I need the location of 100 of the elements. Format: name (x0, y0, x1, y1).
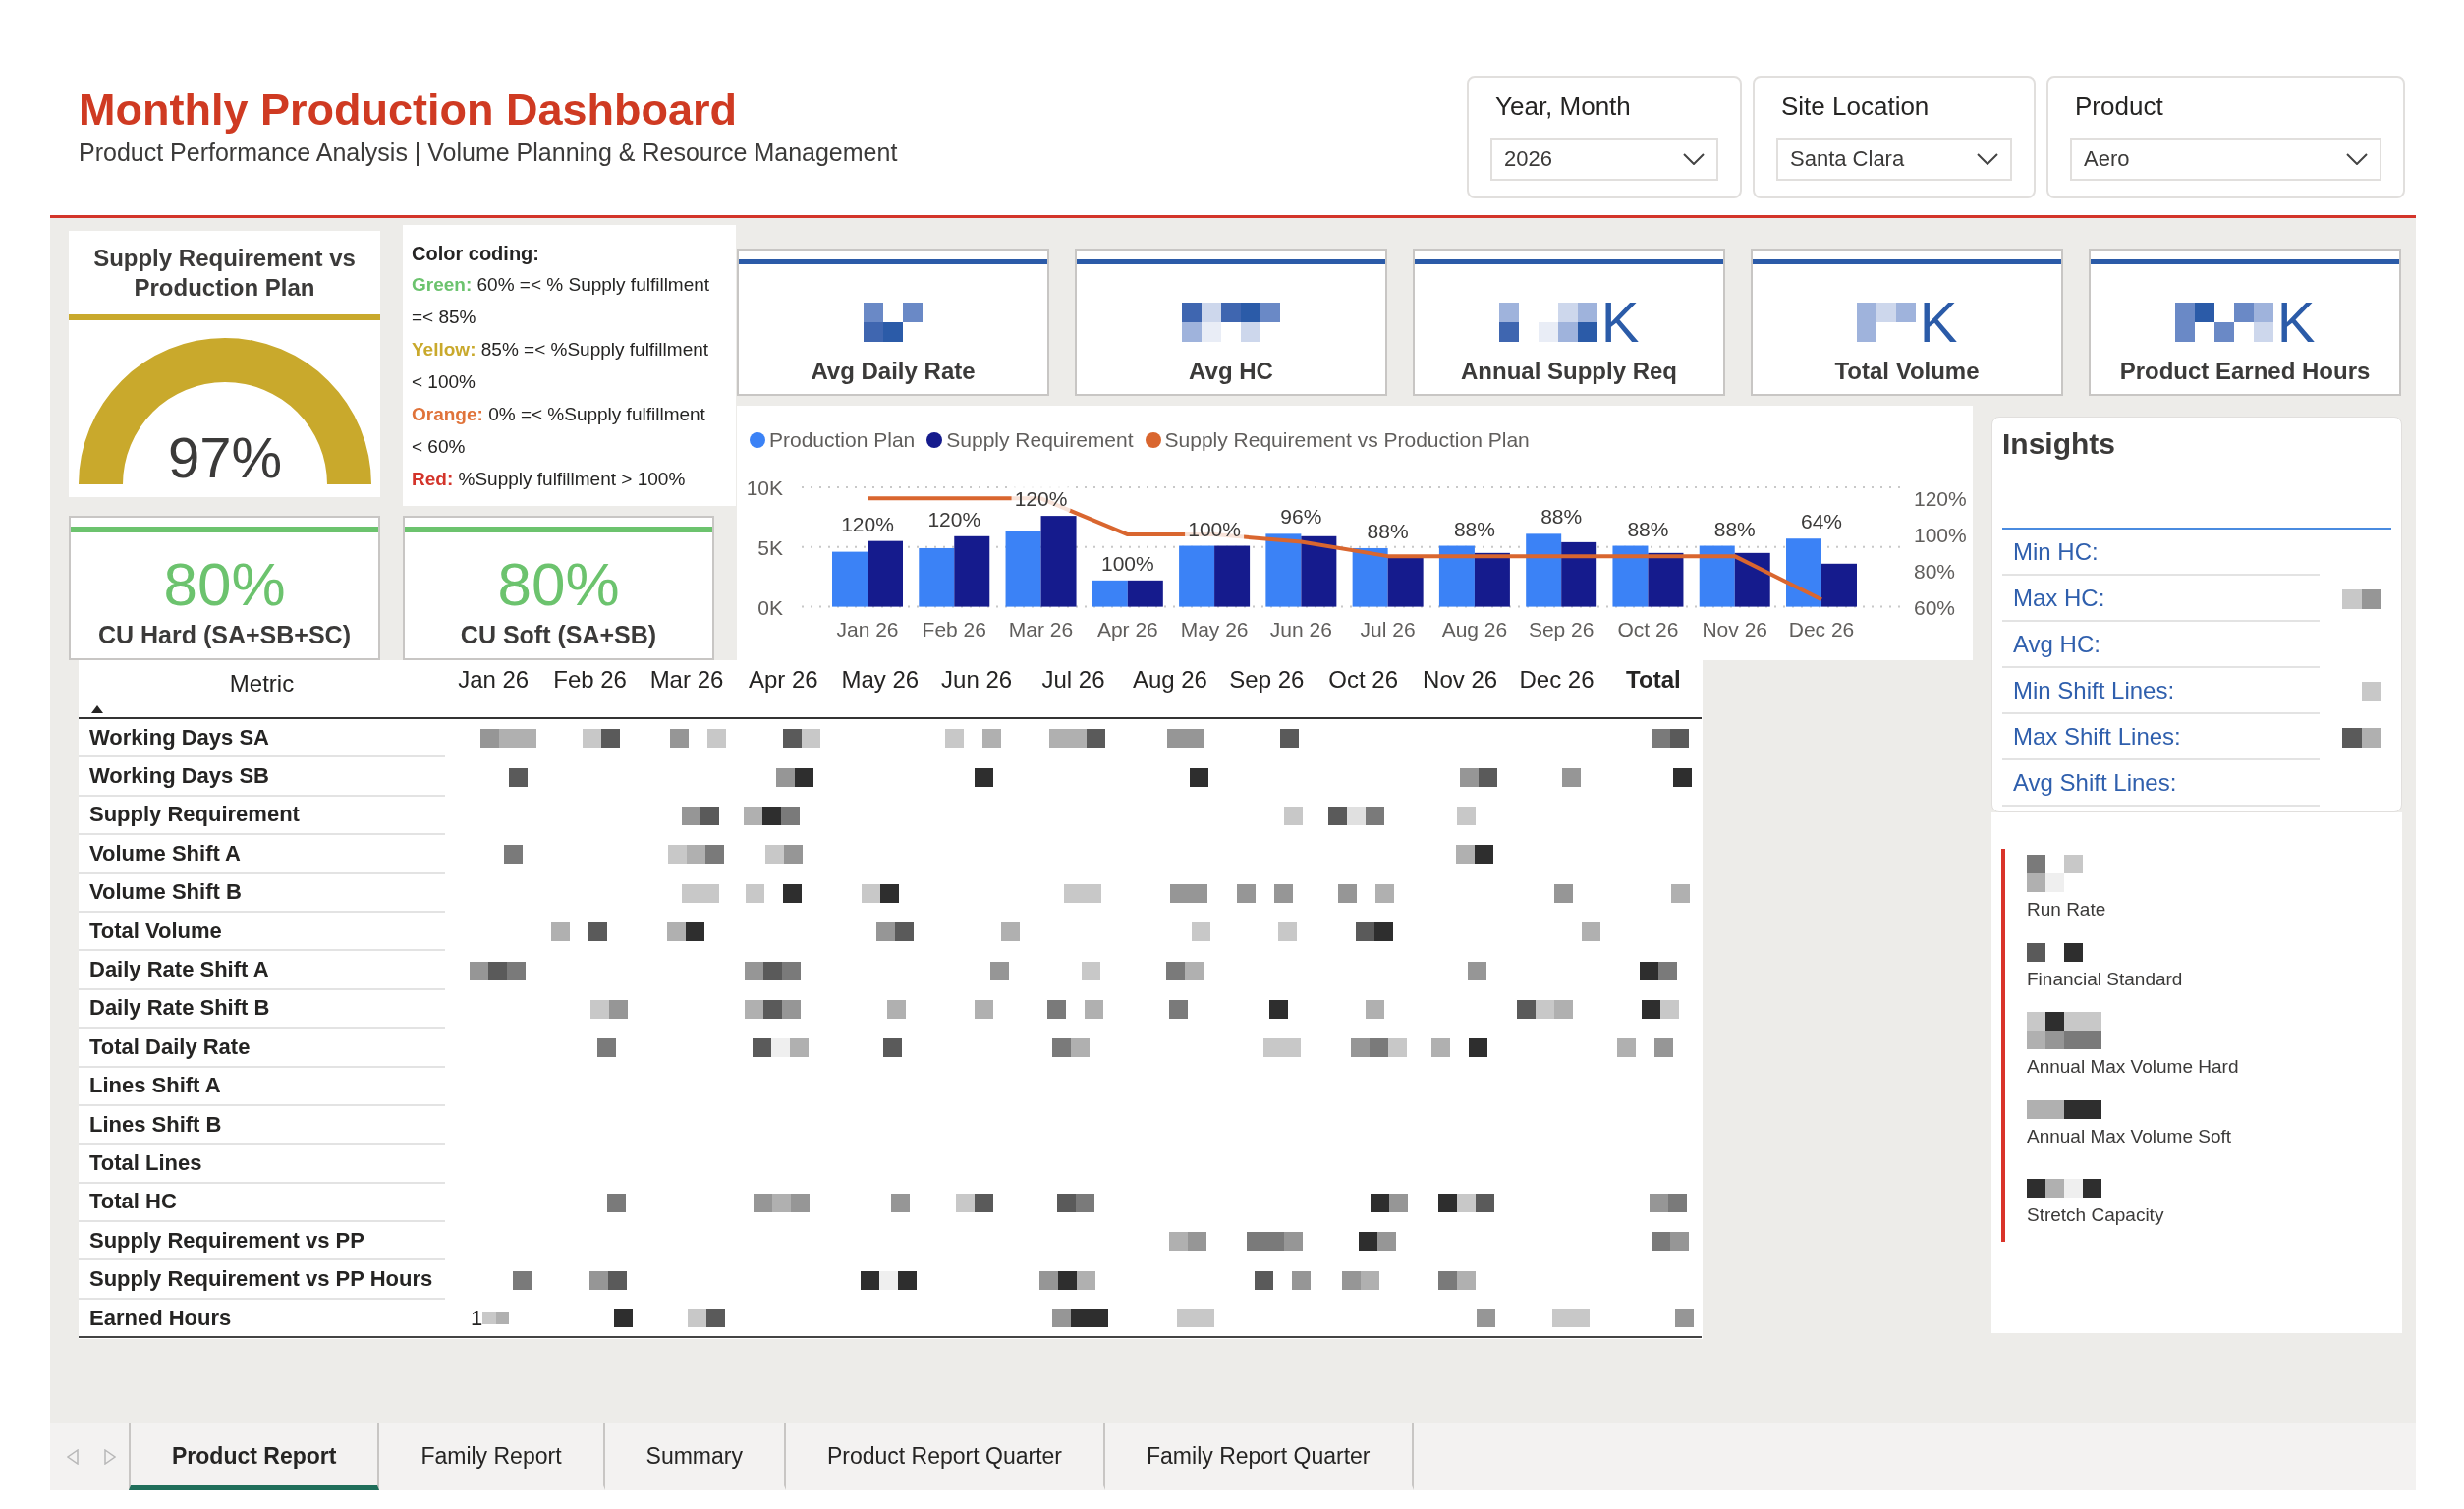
insight-label: Max HC: (2013, 583, 2105, 613)
data-label: 88% (1453, 517, 1495, 540)
chart-bar (1214, 545, 1251, 607)
row-label: Supply Requirement vs PP (89, 1227, 364, 1254)
axis-label: Sep 26 (1528, 618, 1595, 641)
kpi-unit: K (1600, 291, 1640, 354)
kpi-value: 80% (163, 550, 286, 619)
data-label: 88% (1713, 517, 1756, 540)
kpi-label: Avg Daily Rate (811, 357, 976, 386)
axis-label: May 26 (1180, 618, 1249, 641)
chart-bar (1438, 545, 1475, 607)
kpi-unit: K (2276, 291, 2316, 354)
row-label: Total Volume (89, 918, 222, 944)
data-label: 100% (1100, 551, 1154, 575)
data-label: 120% (1014, 487, 1068, 511)
axis-label: 5K (757, 535, 783, 559)
chart-bar (1561, 541, 1597, 607)
row-label: Working Days SA (89, 724, 269, 751)
column-header: Mar 26 (649, 666, 724, 695)
page-subtitle: Product Performance Analysis | Volume Planning & Resource Management (79, 138, 898, 167)
row-label: Supply Requirement (89, 802, 300, 828)
kpi-label: Avg HC (1189, 357, 1273, 386)
capacity-label: Financial Standard (2027, 967, 2184, 991)
page-title: Monthly Production Dashboard (79, 85, 738, 135)
capacity-label: Run Rate (2027, 898, 2107, 922)
axis-label: 120% (1914, 487, 1967, 511)
kpi-unit: K (1919, 291, 1958, 354)
capacity-label: Stretch Capacity (2027, 1202, 2165, 1227)
filter-label: Site Location (1780, 91, 1931, 121)
row-label: Total Lines (89, 1150, 202, 1176)
left-triangle-icon[interactable] (67, 1448, 79, 1465)
tab[interactable]: Product Report (129, 1423, 380, 1490)
axis-label: Jun 26 (1269, 618, 1332, 641)
kpi-value: 80% (497, 550, 620, 619)
tab[interactable]: Family Report Quarter (1105, 1423, 1414, 1490)
chart-bar (919, 547, 955, 607)
kpi-label: Product Earned Hours (2119, 357, 2371, 386)
color-rule-text: Yellow: 85% =< %Supply fulfillment < 100% (412, 338, 710, 394)
insight-label: Min Shift Lines: (2013, 675, 2175, 705)
sort-arrow-icon[interactable] (91, 705, 103, 713)
row-label: Volume Shift B (89, 879, 242, 906)
chart-bar (1179, 545, 1215, 607)
filter-label: Product (2074, 91, 2164, 121)
kpi-label: CU Hard (SA+SB+SC) (98, 620, 351, 649)
row-label: Total Daily Rate (89, 1034, 251, 1060)
row-label: Total HC (89, 1189, 177, 1215)
kpi-label: Annual Supply Req (1461, 357, 1677, 386)
axis-label: 100% (1914, 524, 1967, 547)
column-header: Oct 26 (1328, 666, 1399, 695)
data-label: 88% (1367, 519, 1409, 542)
data-label: 120% (841, 512, 894, 535)
chart-bar (1648, 552, 1684, 607)
legend-label: Supply Requirement (946, 427, 1134, 453)
insight-label: Avg HC: (2013, 629, 2100, 659)
chevron-down-icon (2346, 153, 2368, 165)
data-label: 96% (1280, 505, 1322, 529)
kpi-label: Total Volume (1834, 357, 1980, 386)
column-header: Dec 26 (1519, 666, 1595, 695)
column-header: Apr 26 (749, 666, 818, 695)
filter-label: Year, Month (1494, 91, 1632, 121)
row-label: Supply Requirement vs PP Hours (89, 1266, 433, 1293)
column-header: Aug 26 (1132, 666, 1207, 695)
dropdown[interactable]: Aero (2070, 138, 2381, 181)
column-header: May 26 (841, 666, 920, 695)
insight-label: Min HC: (2013, 536, 2099, 567)
dropdown[interactable]: Santa Clara (1776, 138, 2012, 181)
chevron-down-icon (1977, 153, 1998, 165)
color-rule-text: Orange: 0% =< %Supply fulfillment < 60% (412, 403, 706, 459)
capacity-label: Annual Max Volume Hard (2027, 1055, 2240, 1079)
color-rule-text: Green: 60% =< % Supply fulfillment =< 85% (412, 273, 711, 329)
data-label: 88% (1627, 517, 1669, 540)
dropdown[interactable]: 2026 (1490, 138, 1718, 181)
axis-label: 0K (757, 595, 783, 619)
axis-label: Mar 26 (1008, 618, 1074, 641)
chevron-down-icon (1683, 153, 1705, 165)
data-label: 100% (1188, 517, 1241, 540)
insight-label: Avg Shift Lines: (2013, 767, 2177, 798)
chart-bar (868, 540, 903, 607)
chart-bar (1699, 545, 1735, 607)
axis-label: Jan 26 (836, 618, 899, 641)
tab[interactable]: Product Report Quarter (785, 1423, 1105, 1490)
column-header: Total (1626, 666, 1681, 695)
legend-label: Production Plan (769, 427, 916, 453)
insights-title: Insights (2002, 426, 2116, 462)
axis-label: 10K (746, 475, 783, 499)
data-label: 120% (927, 507, 981, 531)
gauge-reading: 97% (167, 425, 282, 486)
row-label: Daily Rate Shift A (89, 957, 269, 983)
axis-label: Jul 26 (1360, 618, 1416, 641)
kpi-label: CU Soft (SA+SB) (460, 620, 657, 649)
tab[interactable]: Summary (604, 1423, 786, 1490)
color-rule-text: Red: %Supply fulfillment > 100% (412, 468, 687, 491)
axis-label: Apr 26 (1096, 618, 1158, 641)
chart-bar (1092, 580, 1128, 607)
right-triangle-icon[interactable] (104, 1448, 116, 1465)
row-label: Lines Shift A (89, 1073, 221, 1099)
legend-label: Supply Requirement vs Production Plan (1164, 427, 1530, 453)
data-label: 88% (1540, 505, 1583, 529)
tab[interactable]: Family Report (379, 1423, 605, 1490)
axis-label: Aug 26 (1441, 618, 1508, 641)
